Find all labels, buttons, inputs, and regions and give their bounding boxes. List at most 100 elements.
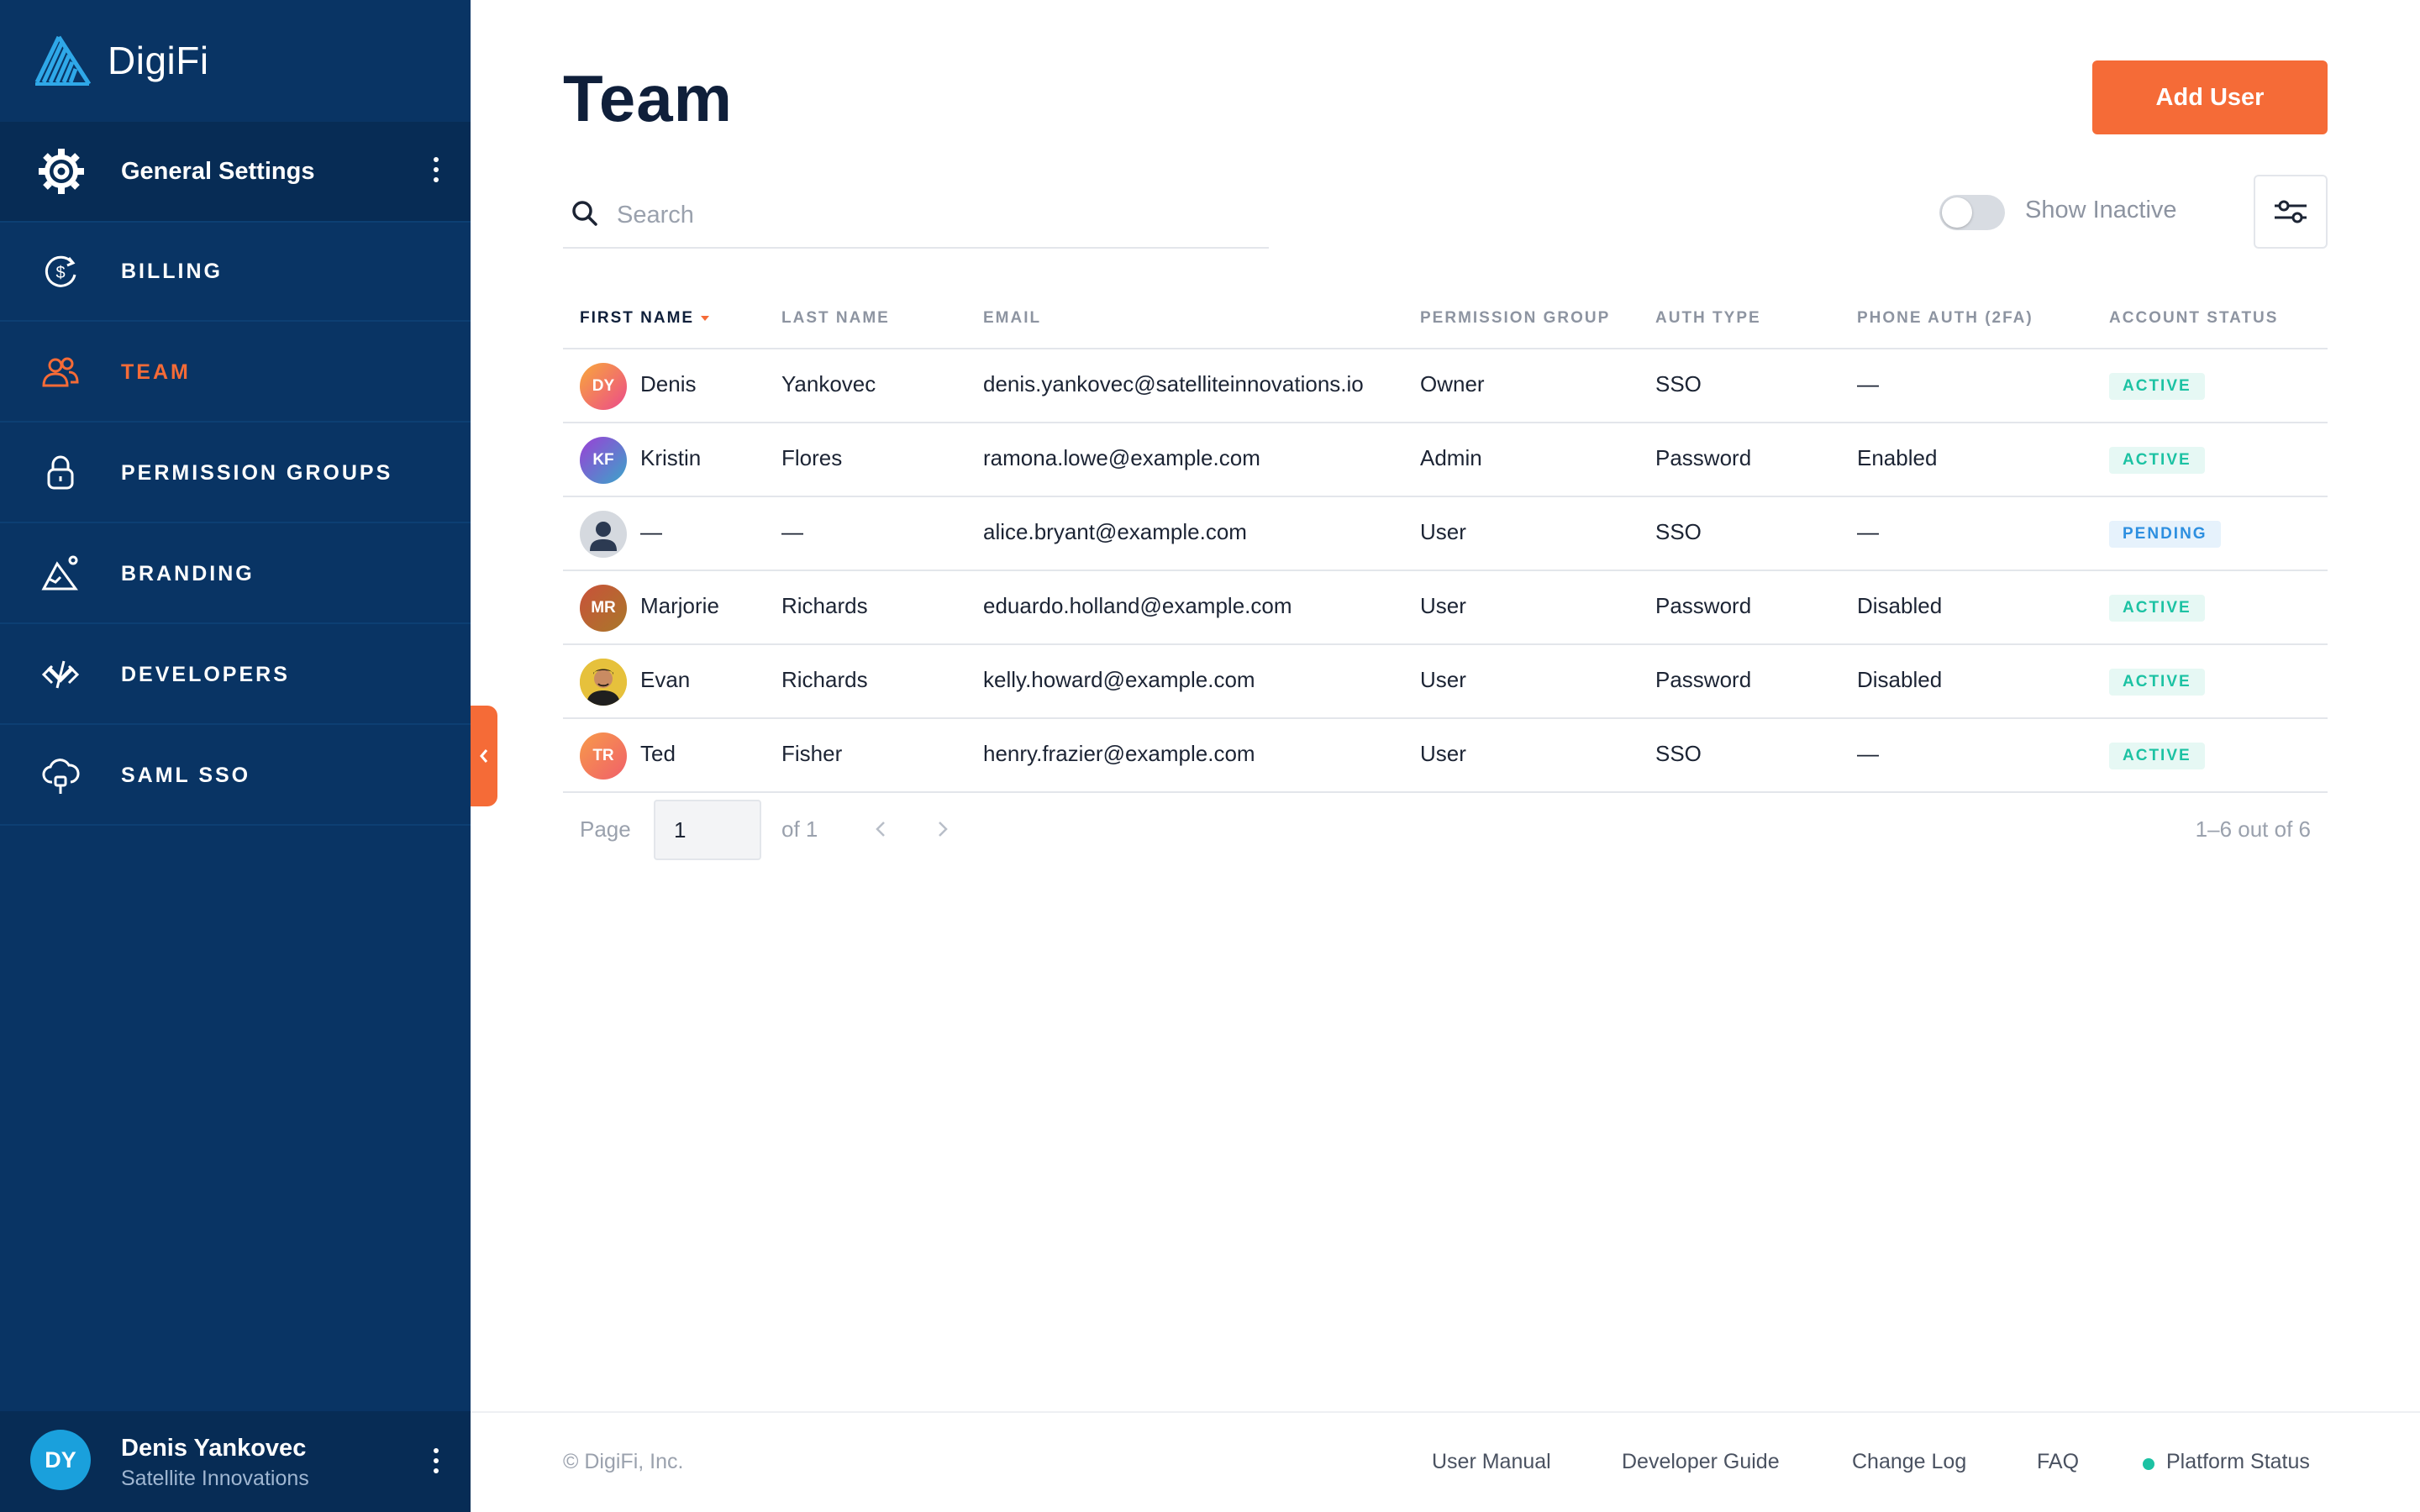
- phone-auth-cell: —: [1857, 371, 1879, 396]
- default-user-icon: [590, 522, 617, 551]
- status-badge: ACTIVE: [2109, 595, 2205, 622]
- status-badge: ACTIVE: [2109, 447, 2205, 474]
- auth-type-cell: Password: [1655, 445, 1752, 470]
- sort-desc-icon: [701, 315, 710, 321]
- first-name-cell: Evan: [640, 667, 691, 692]
- status-badge: ACTIVE: [2109, 669, 2205, 696]
- first-name-cell: Denis: [640, 371, 697, 396]
- show-inactive-toggle[interactable]: [1939, 195, 2005, 230]
- column-header-account-status[interactable]: ACCOUNT STATUS: [2109, 309, 2278, 328]
- table-row[interactable]: DY Denis Yankovec denis.yankovec@satelli…: [563, 349, 2328, 423]
- general-settings-label: General Settings: [121, 157, 315, 185]
- first-name-cell: Marjorie: [640, 593, 719, 618]
- permission-group-cell: User: [1420, 593, 1466, 618]
- email-cell: henry.frazier@example.com: [983, 741, 1255, 766]
- permission-group-cell: Owner: [1420, 371, 1485, 396]
- permission-group-cell: User: [1420, 519, 1466, 544]
- filter-button[interactable]: [2254, 175, 2328, 249]
- email-cell: ramona.lowe@example.com: [983, 445, 1260, 470]
- avatar[interactable]: DY: [30, 1430, 91, 1490]
- table-row[interactable]: Evan Richards kelly.howard@example.com U…: [563, 645, 2328, 719]
- lock-icon: [47, 455, 74, 490]
- first-name-cell: —: [640, 519, 662, 544]
- column-header-last-name[interactable]: LAST NAME: [781, 309, 890, 328]
- phone-auth-cell: Disabled: [1857, 593, 1943, 618]
- chevron-down-icon[interactable]: [40, 654, 81, 695]
- sidebar-item-label: SAML SSO: [121, 763, 251, 787]
- chevron-right-icon[interactable]: [929, 816, 955, 842]
- footer-link-change-log[interactable]: Change Log: [1852, 1450, 1966, 1474]
- phone-auth-cell: —: [1857, 741, 1879, 766]
- column-header-first-name[interactable]: FIRST NAME: [580, 309, 710, 328]
- last-name-cell: Fisher: [781, 741, 843, 766]
- email-cell: alice.bryant@example.com: [983, 519, 1247, 544]
- search-bar: [563, 183, 1269, 249]
- table-row[interactable]: KF Kristin Flores ramona.lowe@example.co…: [563, 423, 2328, 497]
- sidebar-item-label: TEAM: [121, 360, 191, 384]
- pagination: Page of 1 1–6 out of 6: [563, 798, 2328, 862]
- user-name: Denis Yankovec: [121, 1435, 307, 1462]
- phone-auth-cell: Disabled: [1857, 667, 1943, 692]
- footer: © DigiFi, Inc. User Manual Developer Gui…: [471, 1411, 2420, 1512]
- auth-type-cell: SSO: [1655, 519, 1702, 544]
- email-cell: denis.yankovec@satelliteinnovations.io: [983, 371, 1364, 396]
- sidebar-item-label: DEVELOPERS: [121, 662, 290, 686]
- footer-link-faq[interactable]: FAQ: [2037, 1450, 2079, 1474]
- avatar: MR: [580, 585, 627, 632]
- team-icon: [42, 357, 79, 387]
- status-badge: PENDING: [2109, 521, 2221, 548]
- column-header-auth-type[interactable]: AUTH TYPE: [1655, 309, 1761, 328]
- copyright: © DigiFi, Inc.: [563, 1450, 684, 1473]
- sidebar-item-label: BRANDING: [121, 561, 255, 585]
- footer-link-platform-status[interactable]: Platform Status: [2166, 1450, 2310, 1474]
- collapse-sidebar-button[interactable]: [471, 706, 497, 806]
- table-row[interactable]: TR Ted Fisher henry.frazier@example.com …: [563, 719, 2328, 793]
- avatar: DY: [580, 363, 627, 410]
- footer-link-user-manual[interactable]: User Manual: [1432, 1450, 1551, 1474]
- column-header-phone-auth[interactable]: PHONE AUTH (2FA): [1857, 309, 2033, 328]
- phone-auth-cell: —: [1857, 519, 1879, 544]
- user-menu-icon[interactable]: [432, 1448, 440, 1473]
- status-badge: ACTIVE: [2109, 743, 2205, 769]
- table-row[interactable]: — — alice.bryant@example.com User SSO — …: [563, 497, 2328, 571]
- email-cell: kelly.howard@example.com: [983, 667, 1255, 692]
- show-inactive-label: Show Inactive: [2025, 197, 2177, 223]
- sidebar-item-saml-sso[interactable]: SAML SSO: [0, 727, 471, 826]
- page-number-input[interactable]: [654, 800, 761, 860]
- footer-link-developer-guide[interactable]: Developer Guide: [1622, 1450, 1780, 1474]
- auth-type-cell: SSO: [1655, 741, 1702, 766]
- user-photo-icon: [580, 659, 627, 706]
- table-header: FIRST NAME LAST NAME EMAIL PERMISSION GR…: [563, 296, 2328, 349]
- last-name-cell: —: [781, 519, 803, 544]
- table-row[interactable]: MR Marjorie Richards eduardo.holland@exa…: [563, 571, 2328, 645]
- auth-type-cell: Password: [1655, 593, 1752, 618]
- general-settings-header[interactable]: General Settings: [0, 122, 471, 223]
- chevron-left-icon[interactable]: [869, 816, 894, 842]
- svg-text:$: $: [55, 264, 65, 282]
- column-header-permission-group[interactable]: PERMISSION GROUP: [1420, 309, 1610, 328]
- results-summary: 1–6 out of 6: [2195, 816, 2311, 842]
- cloud-lock-icon: [42, 759, 80, 794]
- billing-icon: $: [45, 255, 76, 287]
- sidebar-item-billing[interactable]: $ BILLING: [0, 223, 471, 322]
- sidebar-item-developers[interactable]: DEVELOPERS: [0, 626, 471, 725]
- column-header-email[interactable]: EMAIL: [983, 309, 1041, 328]
- sidebar-item-team[interactable]: TEAM: [0, 323, 471, 423]
- sidebar: DigiFi General Settings $ BILLING TEAM P…: [0, 0, 471, 1512]
- first-name-cell: Ted: [640, 741, 676, 766]
- first-name-cell: Kristin: [640, 445, 702, 470]
- sidebar-item-branding[interactable]: BRANDING: [0, 525, 471, 624]
- chevron-left-icon: [480, 749, 488, 763]
- settings-menu-icon[interactable]: [432, 157, 440, 182]
- brand-name: DigiFi: [108, 39, 209, 82]
- sidebar-item-permission-groups[interactable]: PERMISSION GROUPS: [0, 424, 471, 523]
- gear-icon: [39, 149, 84, 194]
- last-name-cell: Flores: [781, 445, 843, 470]
- last-name-cell: Richards: [781, 593, 868, 618]
- avatar: TR: [580, 732, 627, 780]
- add-user-button[interactable]: Add User: [2092, 60, 2328, 134]
- search-input[interactable]: [617, 192, 1205, 239]
- page-label: Page: [580, 816, 631, 842]
- avatar: KF: [580, 437, 627, 484]
- logo[interactable]: DigiFi: [30, 30, 209, 91]
